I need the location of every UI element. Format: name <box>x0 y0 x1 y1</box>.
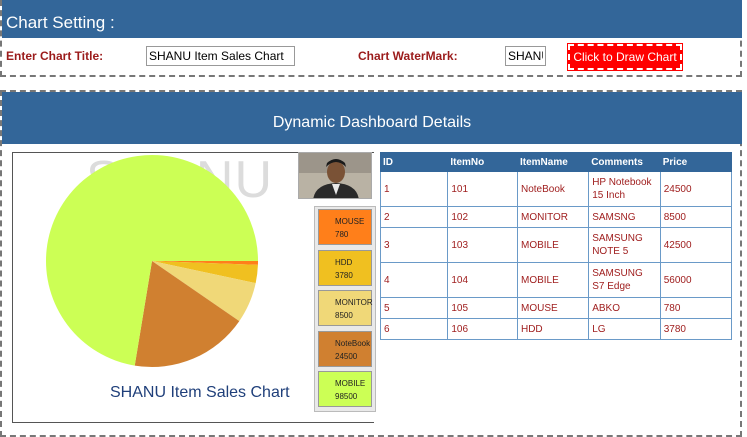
table-row: 5 105 MOUSE ABKO 780 <box>379 297 733 319</box>
table-cell: LG <box>588 318 661 340</box>
chart-watermark-input[interactable] <box>505 46 546 66</box>
table-cell: 102 <box>447 206 518 228</box>
table-cell: 5 <box>379 297 449 319</box>
chart-title-input[interactable] <box>146 46 295 66</box>
legend-value: 780 <box>335 230 349 239</box>
table-cell: 8500 <box>659 206 733 228</box>
table-cell: MOBILE <box>516 262 590 298</box>
chart-setting-header: Chart Setting : <box>2 0 742 38</box>
table-row: 2 102 MONITOR SAMSNG 8500 <box>379 206 733 228</box>
table-row: 4 104 MOBILE SAMSUNG S7 Edge 56000 <box>379 262 733 298</box>
table-cell: 103 <box>447 227 518 263</box>
legend-item-hdd: HDD 3780 <box>318 249 372 286</box>
table-cell: 106 <box>447 318 518 340</box>
table-cell: 6 <box>379 318 449 340</box>
legend-label: MOBILE <box>335 379 366 388</box>
table-cell: ABKO <box>588 297 661 319</box>
table-cell: 4 <box>379 262 449 298</box>
chart-watermark: SHANU <box>86 151 274 209</box>
table-row: 3 103 MOBILE SAMSUNG NOTE 5 42500 <box>379 227 733 263</box>
legend-value: 3780 <box>335 270 353 280</box>
table-cell: 3780 <box>659 318 733 340</box>
table-row: 6 106 HDD LG 3780 <box>379 318 733 340</box>
chart-setting-title: Chart Setting : <box>6 13 115 32</box>
table-cell: 104 <box>447 262 518 298</box>
legend-label: MONITOR <box>335 298 373 307</box>
table-cell: 3 <box>379 227 449 263</box>
legend-label: NoteBook <box>335 338 371 348</box>
table-cell: 105 <box>447 297 518 319</box>
legend-item-mobile: MOBILE 98500 <box>318 371 372 407</box>
column-header: Price <box>659 152 733 172</box>
table-row: 1 101 NoteBook HP Notebook 15 Inch 24500 <box>379 171 733 207</box>
table-cell: MOUSE <box>516 297 590 319</box>
legend-value: 24500 <box>335 351 358 361</box>
table-cell: 101 <box>447 171 518 207</box>
table-cell: MONITOR <box>516 206 590 228</box>
user-avatar <box>298 152 372 199</box>
table-cell: 1 <box>379 171 449 207</box>
item-table: ID ItemNo ItemName Comments Price 1 101 NoteBo… <box>379 152 733 340</box>
legend-value: 98500 <box>335 392 358 401</box>
legend-value: 8500 <box>335 311 353 320</box>
table-cell: SAMSUNG NOTE 5 <box>588 227 661 263</box>
table-cell: HP Notebook 15 Inch <box>588 171 661 207</box>
table-cell: SAMSUNG S7 Edge <box>588 262 661 298</box>
legend-label: MOUSE <box>335 217 365 226</box>
chart-title-label: Enter Chart Title: <box>6 49 104 63</box>
legend-item-monitor: MONITOR 8500 <box>318 290 373 326</box>
column-header: ItemNo <box>447 152 518 172</box>
column-header: Comments <box>588 152 661 172</box>
draw-chart-button[interactable]: Click to Draw Chart <box>567 43 683 71</box>
table-cell: MOBILE <box>516 227 590 263</box>
column-header: ID <box>379 152 449 172</box>
dashboard-header: Dynamic Dashboard Details <box>2 92 742 144</box>
table-cell: 24500 <box>659 171 733 207</box>
chart-title: SHANU Item Sales Chart <box>110 384 290 401</box>
dashboard-title: Dynamic Dashboard Details <box>272 114 472 131</box>
table-cell: SAMSNG <box>588 206 661 228</box>
table-cell: 2 <box>379 206 449 228</box>
table-cell: 42500 <box>659 227 733 263</box>
legend-item-mouse: MOUSE 780 <box>318 209 372 245</box>
column-header: ItemName <box>516 152 590 172</box>
table-cell: HDD <box>516 318 590 340</box>
legend-label: HDD <box>335 257 353 267</box>
table-cell: 780 <box>659 297 733 319</box>
legend-item-notebook: NoteBook 24500 <box>318 330 372 367</box>
table-cell: NoteBook <box>516 171 590 207</box>
table-cell: 56000 <box>659 262 733 298</box>
chart-watermark-label: Chart WaterMark: <box>358 49 458 63</box>
